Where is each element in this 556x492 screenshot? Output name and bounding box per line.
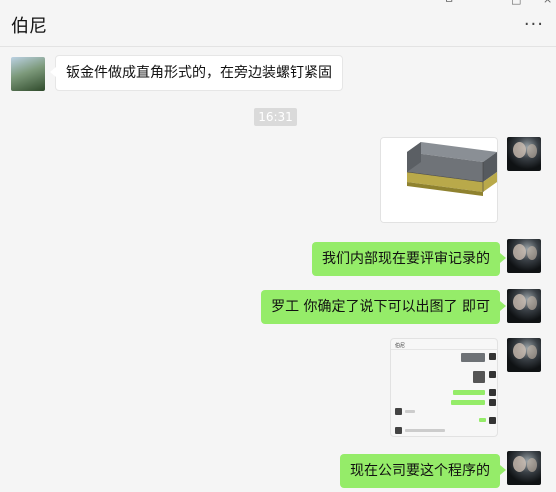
message-text: 我们内部现在要评审记录的 [322,251,490,267]
message-bubble-outgoing[interactable]: 我们内部现在要评审记录的 [312,242,506,276]
screenshot-header: 伯尼 [395,343,406,349]
screenshot-avatar [489,417,496,424]
message-text: 现在公司要这个程序的 [350,463,490,479]
screenshot-bubble [451,400,485,405]
self-avatar[interactable] [507,289,541,323]
screenshot-avatar [489,389,496,396]
screenshot-image [473,371,485,383]
screenshot-bubble [479,418,486,422]
message-bubble-outgoing[interactable]: 现在公司要这个程序的 [340,454,506,488]
chat-header: 伯尼 ··· [0,0,556,47]
message-text: 钣金件做成直角形式的，在旁边装螺钉紧固 [66,65,332,81]
self-avatar[interactable] [507,338,541,372]
screenshot-avatar [395,427,402,434]
timestamp: 16:31 [254,108,297,126]
message-text: 罗工 你确定了说下可以出图了 即可 [271,299,490,315]
image-message-chat-screenshot[interactable]: 伯尼 [390,338,498,437]
screenshot-avatar [395,408,402,415]
self-avatar[interactable] [507,137,541,171]
screenshot-bubble [405,410,415,413]
message-bubble-outgoing[interactable]: 罗工 你确定了说下可以出图了 即可 [261,290,506,324]
chat-title: 伯尼 [11,16,47,37]
screenshot-image [461,353,485,362]
part-render-image [381,138,497,222]
screenshot-bubble [453,390,485,395]
self-avatar[interactable] [507,451,541,485]
screenshot-divider [391,349,497,350]
contact-avatar[interactable] [11,57,45,91]
image-message-part-render[interactable] [380,137,498,223]
screenshot-avatar [489,371,496,378]
screenshot-avatar [489,399,496,406]
message-bubble-incoming[interactable]: 钣金件做成直角形式的，在旁边装螺钉紧固 [50,55,343,91]
screenshot-bubble [405,429,445,432]
self-avatar[interactable] [507,239,541,273]
screenshot-avatar [489,353,496,360]
more-options-button[interactable]: ··· [524,14,544,35]
